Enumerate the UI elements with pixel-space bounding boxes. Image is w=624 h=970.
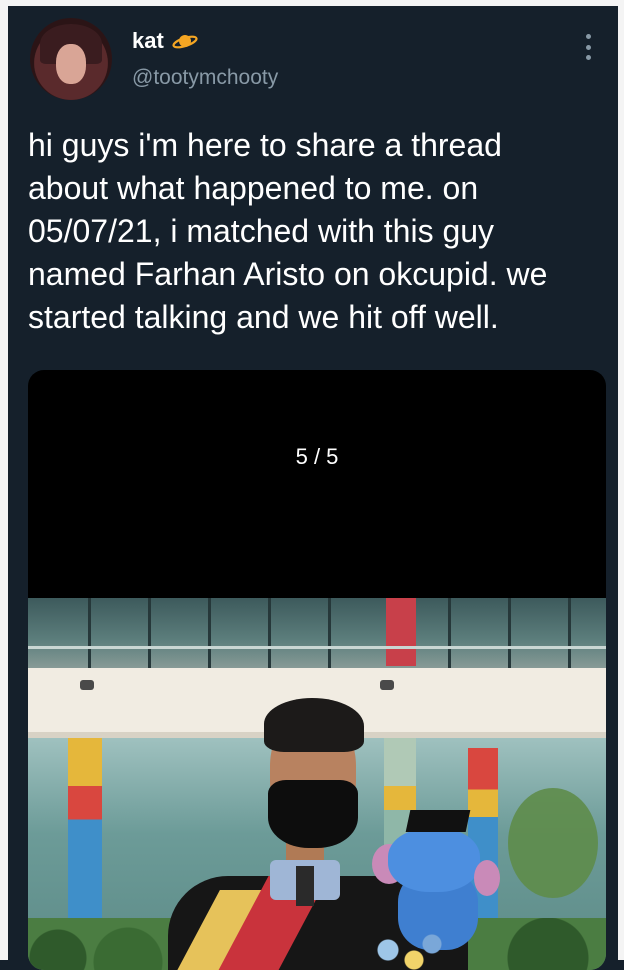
user-handle[interactable]: @tootymchooty xyxy=(132,66,278,90)
planet-icon xyxy=(172,35,198,49)
photo-red-column xyxy=(386,598,416,666)
photo-face-mask xyxy=(268,780,358,848)
more-vertical-icon[interactable] xyxy=(586,34,592,60)
photo[interactable] xyxy=(28,598,606,970)
screenshot-border-right xyxy=(618,0,624,960)
tweet-media[interactable]: 5 / 5 xyxy=(28,370,606,970)
tweet-text: hi guys i'm here to share a thread about… xyxy=(28,127,548,335)
avatar[interactable] xyxy=(30,18,112,100)
screenshot-border-left xyxy=(0,0,8,960)
photo-tree xyxy=(508,788,598,898)
tweet-card: kat @tootymchooty hi guys i'm here to sh… xyxy=(8,6,618,970)
author-name-row: kat xyxy=(132,28,198,54)
avatar-face xyxy=(56,44,86,84)
media-counter: 5 / 5 xyxy=(295,444,339,469)
photo-railing xyxy=(28,646,606,649)
photo-upper-windows xyxy=(28,598,606,670)
photo-flowers xyxy=(368,930,448,970)
photo-graduate xyxy=(148,690,500,970)
display-name[interactable]: kat xyxy=(132,28,164,54)
